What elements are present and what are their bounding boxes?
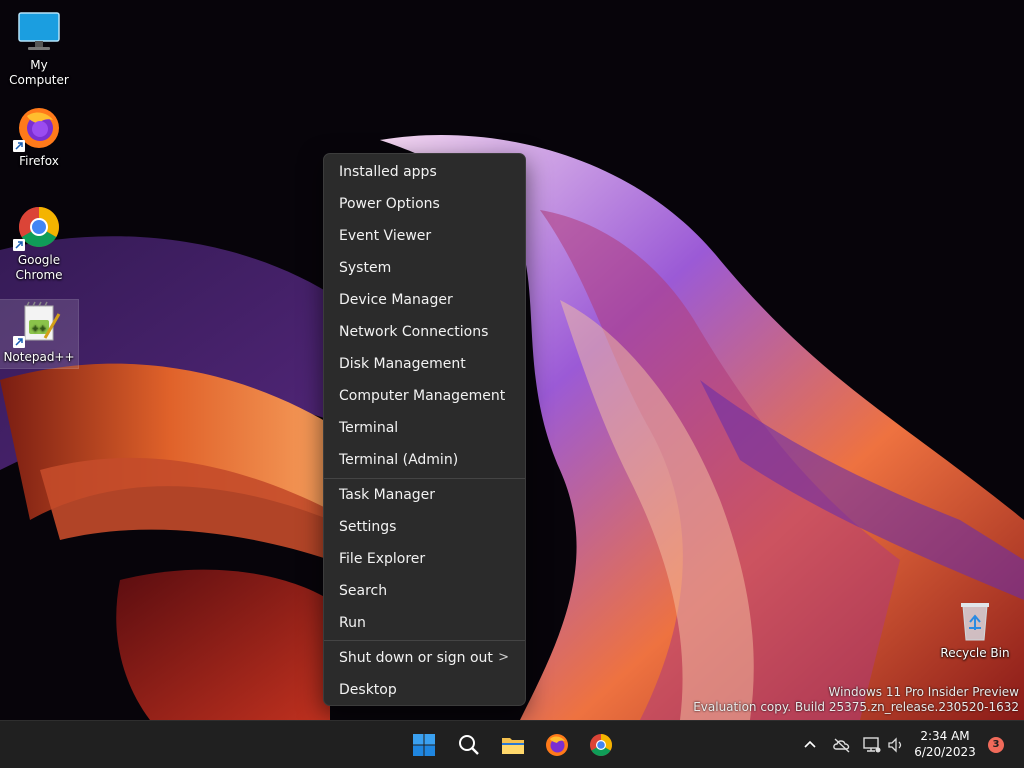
network-icon <box>863 737 881 753</box>
shortcut-arrow-icon <box>13 239 25 251</box>
desktop-icon-label: My Computer <box>9 58 69 87</box>
clock-button[interactable]: 2:34 AM 6/20/2023 <box>910 728 980 760</box>
menu-item-label: Terminal <box>339 420 399 436</box>
monitor-icon <box>15 8 63 56</box>
desktop-icon-label: Notepad++ <box>3 350 75 364</box>
menu-item-desktop[interactable]: Desktop <box>328 675 521 705</box>
menu-item-label: Installed apps <box>339 164 437 180</box>
watermark-line1: Windows 11 Pro Insider Preview <box>828 685 1019 699</box>
desktop-icon-label: Firefox <box>19 154 59 168</box>
svg-text:++: ++ <box>31 324 46 334</box>
search-icon <box>459 735 479 755</box>
firefox-icon <box>13 104 63 152</box>
power-user-menu: Installed apps Power Options Event Viewe… <box>323 153 526 706</box>
recycle-bin-icon <box>951 596 999 644</box>
start-button[interactable] <box>406 727 442 763</box>
chrome-taskbar-button[interactable] <box>583 727 619 763</box>
desktop-icon-my-computer[interactable]: My Computer <box>0 8 78 88</box>
menu-item-label: Terminal (Admin) <box>339 452 459 468</box>
desktop-icon-google-chrome[interactable]: Google Chrome <box>0 203 78 283</box>
search-button[interactable] <box>451 727 487 763</box>
chrome-icon <box>13 203 63 251</box>
menu-item-label: Device Manager <box>339 292 453 308</box>
menu-item-event-viewer[interactable]: Event Viewer <box>328 221 521 251</box>
desktop-icon-label: Recycle Bin <box>940 646 1010 660</box>
menu-item-power-options[interactable]: Power Options <box>328 189 521 219</box>
menu-item-network-connections[interactable]: Network Connections <box>328 317 521 347</box>
menu-item-label: Computer Management <box>339 388 506 404</box>
menu-separator <box>324 640 525 641</box>
menu-item-label: Desktop <box>339 682 397 698</box>
menu-separator <box>324 478 525 479</box>
menu-item-label: System <box>339 260 392 276</box>
evaluation-watermark: Windows 11 Pro Insider Preview Evaluatio… <box>693 685 1019 715</box>
menu-item-task-manager[interactable]: Task Manager <box>328 480 521 510</box>
menu-item-label: Network Connections <box>339 324 489 340</box>
menu-item-system[interactable]: System <box>328 253 521 283</box>
menu-item-label: Task Manager <box>339 487 436 503</box>
menu-item-settings[interactable]: Settings <box>328 512 521 542</box>
desktop-icon-notepad-plus-plus[interactable]: ++ Notepad++ <box>0 299 79 369</box>
menu-item-installed-apps[interactable]: Installed apps <box>328 157 521 187</box>
menu-item-label: Power Options <box>339 196 440 212</box>
menu-item-label: Shut down or sign out <box>339 650 493 666</box>
file-explorer-button[interactable] <box>495 727 531 763</box>
clock-date: 6/20/2023 <box>914 745 976 759</box>
menu-item-terminal-admin[interactable]: Terminal (Admin) <box>328 445 521 475</box>
onedrive-icon <box>833 738 850 753</box>
menu-item-label: File Explorer <box>339 551 426 567</box>
menu-item-device-manager[interactable]: Device Manager <box>328 285 521 315</box>
menu-item-label: Settings <box>339 519 397 535</box>
notification-badge[interactable]: 3 <box>988 737 1004 753</box>
volume-tray-button[interactable] <box>886 735 906 755</box>
notepad-plus-plus-icon: ++ <box>13 300 63 348</box>
menu-item-search[interactable]: Search <box>328 576 521 606</box>
menu-item-label: Disk Management <box>339 356 466 372</box>
watermark-line2: Evaluation copy. Build 25375.zn_release.… <box>693 700 1019 714</box>
chevron-right-icon: > <box>498 650 509 665</box>
menu-item-disk-management[interactable]: Disk Management <box>328 349 521 379</box>
file-explorer-icon <box>502 738 524 754</box>
menu-item-terminal[interactable]: Terminal <box>328 413 521 443</box>
desktop-icon-firefox[interactable]: Firefox <box>0 104 78 169</box>
desktop-icon-label: Google Chrome <box>15 253 63 282</box>
firefox-taskbar-button[interactable] <box>539 727 575 763</box>
menu-item-run[interactable]: Run <box>328 608 521 638</box>
desktop-icon-recycle-bin[interactable]: Recycle Bin <box>936 596 1014 661</box>
onedrive-tray-button[interactable] <box>832 735 852 755</box>
volume-icon <box>888 737 902 753</box>
show-hidden-icons-button[interactable] <box>800 735 820 755</box>
clock-time: 2:34 AM <box>920 729 970 743</box>
menu-item-shut-down-or-sign-out[interactable]: Shut down or sign out > <box>328 643 521 673</box>
taskbar: 2:34 AM 6/20/2023 3 <box>0 720 1024 768</box>
firefox-icon <box>546 734 568 756</box>
shortcut-arrow-icon <box>13 140 25 152</box>
menu-item-file-explorer[interactable]: File Explorer <box>328 544 521 574</box>
menu-item-label: Search <box>339 583 388 599</box>
chrome-icon <box>590 734 612 756</box>
shortcut-arrow-icon <box>13 336 25 348</box>
network-tray-button[interactable] <box>862 735 882 755</box>
menu-item-label: Event Viewer <box>339 228 432 244</box>
menu-item-computer-management[interactable]: Computer Management <box>328 381 521 411</box>
chevron-up-icon <box>804 740 816 748</box>
menu-item-label: Run <box>339 615 366 631</box>
start-icon <box>413 734 435 756</box>
